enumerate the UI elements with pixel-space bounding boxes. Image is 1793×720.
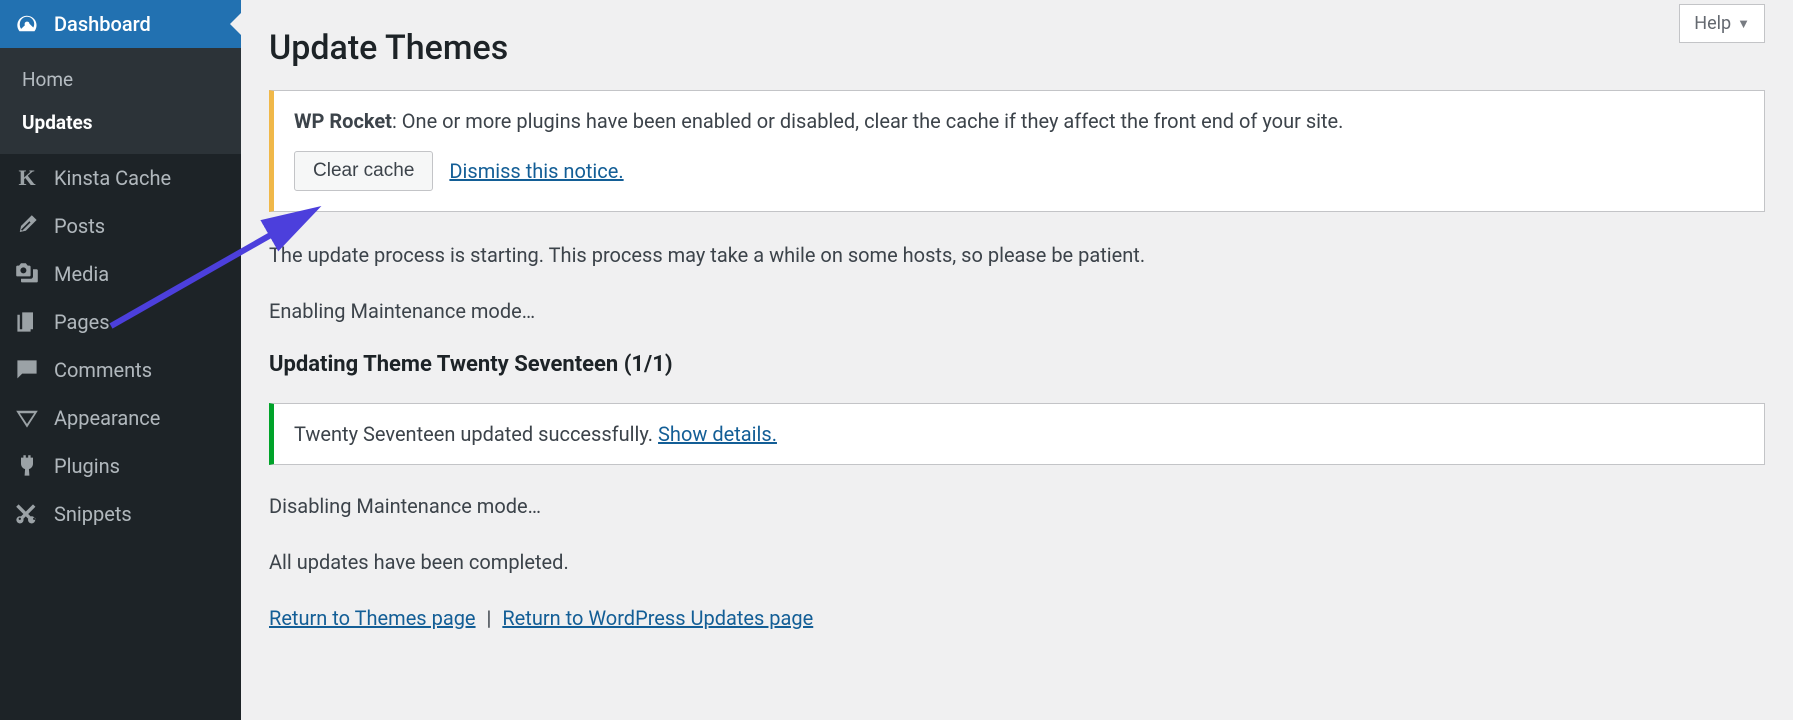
kinsta-icon: K — [14, 167, 40, 189]
separator: | — [482, 606, 497, 630]
sidebar-item-media[interactable]: Media — [0, 250, 241, 298]
log-disable-maintenance: Disabling Maintenance mode… — [269, 491, 1765, 521]
help-tab[interactable]: Help ▼ — [1679, 4, 1765, 43]
sidebar-item-snippets[interactable]: Snippets — [0, 490, 241, 538]
appearance-icon — [14, 406, 40, 430]
sidebar-item-comments[interactable]: Comments — [0, 346, 241, 394]
sidebar-submenu-dashboard: Home Updates — [0, 48, 241, 154]
wp-rocket-notice: WP Rocket: One or more plugins have been… — [269, 90, 1765, 212]
return-updates-link[interactable]: Return to WordPress Updates page — [502, 606, 813, 630]
pin-icon — [14, 214, 40, 238]
notice-actions: Clear cache Dismiss this notice. — [294, 151, 1744, 191]
admin-sidebar: Dashboard Home Updates K Kinsta Cache Po… — [0, 0, 241, 720]
sidebar-item-label: Appearance — [54, 406, 160, 430]
log-enable-maintenance: Enabling Maintenance mode… — [269, 296, 1765, 326]
comments-icon — [14, 358, 40, 382]
log-updating-heading: Updating Theme Twenty Seventeen (1/1) — [269, 352, 1765, 377]
return-themes-link[interactable]: Return to Themes page — [269, 606, 476, 630]
sidebar-item-label: Dashboard — [54, 12, 151, 36]
caret-down-icon: ▼ — [1737, 16, 1750, 32]
sidebar-item-label: Kinsta Cache — [54, 166, 171, 190]
sidebar-subitem-home[interactable]: Home — [0, 58, 241, 101]
sidebar-item-label: Plugins — [54, 454, 120, 478]
success-text: Twenty Seventeen updated successfully. — [294, 422, 658, 446]
notice-plugin-name: WP Rocket — [294, 109, 392, 133]
plugins-icon — [14, 454, 40, 478]
notice-message: WP Rocket: One or more plugins have been… — [294, 109, 1744, 133]
sidebar-item-kinsta-cache[interactable]: K Kinsta Cache — [0, 154, 241, 202]
dashboard-icon — [14, 12, 40, 36]
sidebar-item-label: Posts — [54, 214, 105, 238]
sidebar-item-pages[interactable]: Pages — [0, 298, 241, 346]
sidebar-item-appearance[interactable]: Appearance — [0, 394, 241, 442]
pages-icon — [14, 310, 40, 334]
page-title: Update Themes — [269, 0, 1765, 90]
update-success-notice: Twenty Seventeen updated successfully. S… — [269, 403, 1765, 465]
clear-cache-button[interactable]: Clear cache — [294, 151, 433, 191]
return-links: Return to Themes page | Return to WordPr… — [269, 603, 1765, 633]
dismiss-notice-link[interactable]: Dismiss this notice. — [449, 159, 623, 183]
update-log: The update process is starting. This pro… — [269, 240, 1765, 633]
sidebar-item-posts[interactable]: Posts — [0, 202, 241, 250]
main-content: Help ▼ Update Themes WP Rocket: One or m… — [241, 0, 1793, 720]
scissors-icon — [14, 502, 40, 526]
log-starting: The update process is starting. This pro… — [269, 240, 1765, 270]
sidebar-item-dashboard[interactable]: Dashboard — [0, 0, 241, 48]
sidebar-item-plugins[interactable]: Plugins — [0, 442, 241, 490]
show-details-link[interactable]: Show details. — [658, 422, 777, 446]
sidebar-item-label: Comments — [54, 358, 152, 382]
sidebar-item-label: Media — [54, 262, 109, 286]
help-label: Help — [1694, 13, 1731, 34]
log-completed: All updates have been completed. — [269, 547, 1765, 577]
notice-text: : One or more plugins have been enabled … — [392, 109, 1343, 133]
sidebar-item-label: Snippets — [54, 502, 132, 526]
sidebar-item-label: Pages — [54, 310, 110, 334]
media-icon — [14, 262, 40, 286]
sidebar-subitem-updates[interactable]: Updates — [0, 101, 241, 144]
